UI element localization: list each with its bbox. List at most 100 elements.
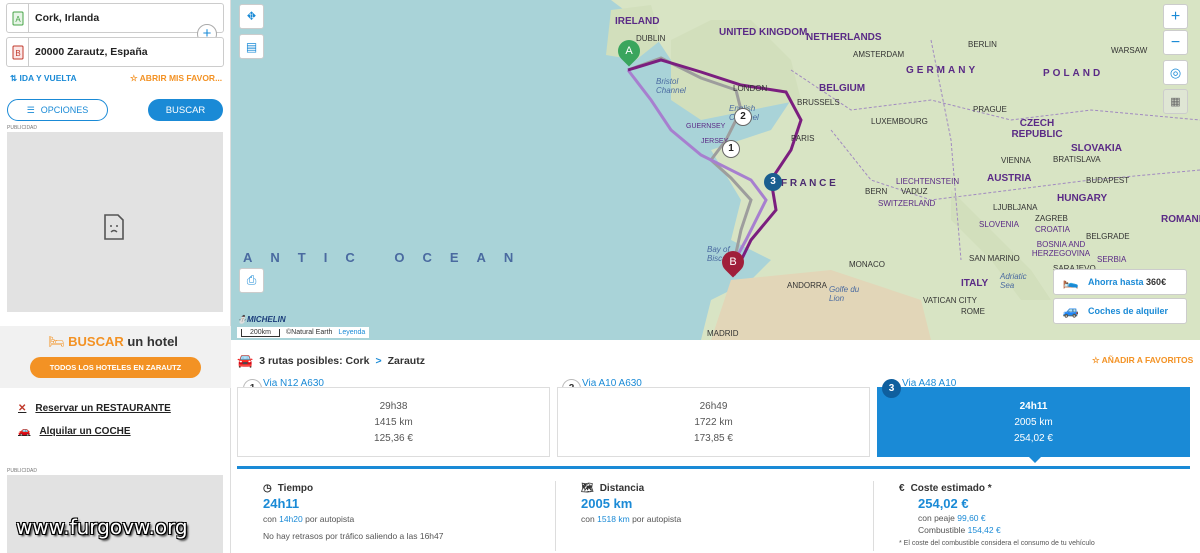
save-promo-amount: 360€ — [1146, 277, 1167, 287]
hotel-title: 🛏 BUSCAR un hotel — [48, 334, 178, 350]
time-motorway-pre: con — [263, 514, 277, 524]
time-motorway-value: 14h20 — [279, 514, 303, 524]
favorites-label: ABRIR MIS FAVOR... — [139, 73, 223, 83]
city-budapest: BUDAPEST — [1086, 176, 1130, 185]
city-warsaw: WARSAW — [1111, 46, 1148, 55]
cost-label: Coste estimado * — [910, 483, 992, 494]
destination-value: 20000 Zarautz, España — [35, 46, 148, 58]
car-rental-label: Alquilar un COCHE — [39, 426, 131, 437]
bed-icon: 🛏 — [48, 334, 69, 349]
label-czech: CZECH REPUBLIC — [1011, 118, 1063, 140]
route-3-via[interactable]: Via A48 A10 — [902, 378, 956, 389]
label-bosnia: BOSNIA AND HERZEGOVINA — [1031, 240, 1091, 258]
label-austria: AUSTRIA — [987, 173, 1032, 184]
route-1-cost: 125,36 € — [374, 433, 413, 444]
legend-link[interactable]: Leyenda — [338, 329, 365, 336]
end-pin-icon: B — [7, 38, 29, 66]
city-rome: ROME — [961, 307, 985, 316]
label-serbia: SERBIA — [1097, 255, 1127, 264]
route-1-card[interactable]: 29h38 1415 km 125,36 € — [237, 387, 550, 457]
print-button[interactable]: ⎙ — [239, 268, 264, 293]
brand-label: MICHELIN — [246, 315, 286, 324]
route-2-distance: 1722 km — [694, 417, 733, 428]
ad-banner — [7, 132, 223, 312]
destination-field[interactable]: B 20000 Zarautz, España — [6, 37, 224, 67]
results-arrow: > — [375, 355, 382, 367]
route-2-card[interactable]: 26h49 1722 km 173,85 € — [557, 387, 870, 457]
restaurant-link[interactable]: ✕ Reservar un RESTAURANTE — [18, 403, 171, 414]
route-summary: ◷ Tiempo 24h11 con 14h20 por autopista No… — [237, 466, 1190, 553]
locate-button[interactable]: ◎ — [1163, 60, 1188, 85]
distance-summary: 🗺 Distancia 2005 km con 1518 km por autop… — [581, 483, 681, 524]
car-rental-link[interactable]: 🚗 Alquilar un COCHE — [18, 426, 131, 437]
water-lion: Golfe du Lion — [829, 285, 860, 303]
ocean-label: ANTIC OCEAN — [243, 250, 532, 265]
city-vaduz: VADUZ — [901, 187, 928, 196]
svg-text:B: B — [15, 49, 20, 58]
city-dublin: DUBLIN — [636, 34, 666, 43]
route-1-distance: 1415 km — [374, 417, 413, 428]
hotel-title-rest: un hotel — [123, 334, 178, 349]
island-guernsey: GUERNSEY — [686, 123, 726, 130]
rental-promo-label: Coches de alquiler — [1088, 306, 1169, 316]
distance-motorway-value: 1518 km — [597, 514, 630, 524]
clock-icon: ◷ — [263, 483, 272, 494]
route-1-time: 29h38 — [379, 401, 408, 412]
save-promo[interactable]: 🛌 Ahorra hasta 360€ — [1053, 269, 1187, 295]
origin-field[interactable]: A Cork, Irlanda — [6, 3, 224, 33]
rental-promo[interactable]: 🚙 Coches de alquiler — [1053, 298, 1187, 324]
selected-pointer — [1028, 456, 1042, 463]
zoom-in-button[interactable]: + — [1163, 4, 1188, 29]
label-croatia: CROATIA — [1035, 225, 1070, 234]
route-2-time: 26h49 — [699, 401, 728, 412]
label-sanmarino: SAN MARINO — [969, 254, 1020, 263]
svg-text:A: A — [15, 15, 21, 24]
results-title: 🚘 3 rutas posibles: Cork > Zarautz — [237, 353, 425, 369]
route-3-distance: 2005 km — [1014, 417, 1053, 428]
open-favorites-link[interactable]: ☆ ABRIR MIS FAVOR... — [130, 73, 222, 84]
hotel-promo-icon: 🛌 — [1062, 274, 1080, 289]
broken-image-icon — [104, 214, 124, 240]
ad-banner-2 — [7, 475, 223, 553]
label-france: F R A N C E — [781, 178, 836, 189]
star-icon: ☆ — [1092, 355, 1102, 365]
time-summary: ◷ Tiempo 24h11 con 14h20 por autopista No… — [263, 483, 444, 541]
all-hotels-button[interactable]: TODOS LOS HOTELES EN ZARAUTZ — [30, 357, 201, 378]
distance-label: Distancia — [599, 483, 645, 494]
route-sheet-button[interactable]: ▤ — [239, 34, 264, 59]
add-favorites-link[interactable]: ☆ AÑADIR A FAVORITOS — [1092, 355, 1193, 366]
zoom-out-button[interactable]: − — [1163, 30, 1188, 55]
route-1-marker[interactable]: 1 — [722, 140, 740, 158]
cost-value: 254,02 € — [918, 496, 969, 511]
toll-value: 99,60 € — [957, 513, 986, 523]
car-icon: 🚘 — [237, 353, 254, 368]
target-icon: ◎ — [1169, 64, 1182, 80]
route-2-marker[interactable]: 2 — [734, 108, 752, 126]
label-liechtenstein: LIECHTENSTEIN — [896, 177, 960, 186]
start-marker[interactable]: A — [613, 35, 645, 67]
end-marker[interactable]: B — [717, 246, 749, 278]
city-zagreb: ZAGREB — [1035, 214, 1068, 223]
options-button[interactable]: ☰ OPCIONES — [7, 99, 108, 121]
route-map[interactable]: ANTIC OCEAN IRELAND UNITED KINGDOM NETHE… — [231, 0, 1200, 340]
round-trip-link[interactable]: ⇅ IDA Y VUELTA — [10, 73, 77, 84]
route-3-marker[interactable]: 3 — [764, 173, 782, 191]
round-trip-label: IDA Y VUELTA — [19, 73, 77, 83]
divider-1 — [555, 481, 556, 551]
city-paris: PARIS — [791, 134, 815, 143]
search-button[interactable]: BUSCAR — [148, 99, 223, 121]
route-3-card[interactable]: 24h11 2005 km 254,02 € — [877, 387, 1190, 463]
time-value: 24h11 — [263, 496, 300, 511]
city-bratislava: BRATISLAVA — [1053, 155, 1101, 164]
route-3-cost: 254,02 € — [1014, 433, 1053, 444]
distance-motorway-pre: con — [581, 514, 595, 524]
scale-bar: 200km — [241, 328, 281, 337]
distance-value: 2005 km — [581, 496, 633, 511]
water-bristol: Bristol Channel — [656, 77, 686, 95]
route-results: 🚘 3 rutas posibles: Cork > Zarautz ☆ AÑA… — [231, 340, 1200, 553]
traffic-toggle[interactable]: ⛖ — [239, 4, 264, 29]
label-luxembourg: LUXEMBOURG — [871, 117, 928, 126]
label-ireland: IRELAND — [615, 16, 660, 27]
label-slovakia: SLOVAKIA — [1071, 143, 1122, 154]
map-layer-button[interactable]: ▦ — [1163, 89, 1188, 114]
